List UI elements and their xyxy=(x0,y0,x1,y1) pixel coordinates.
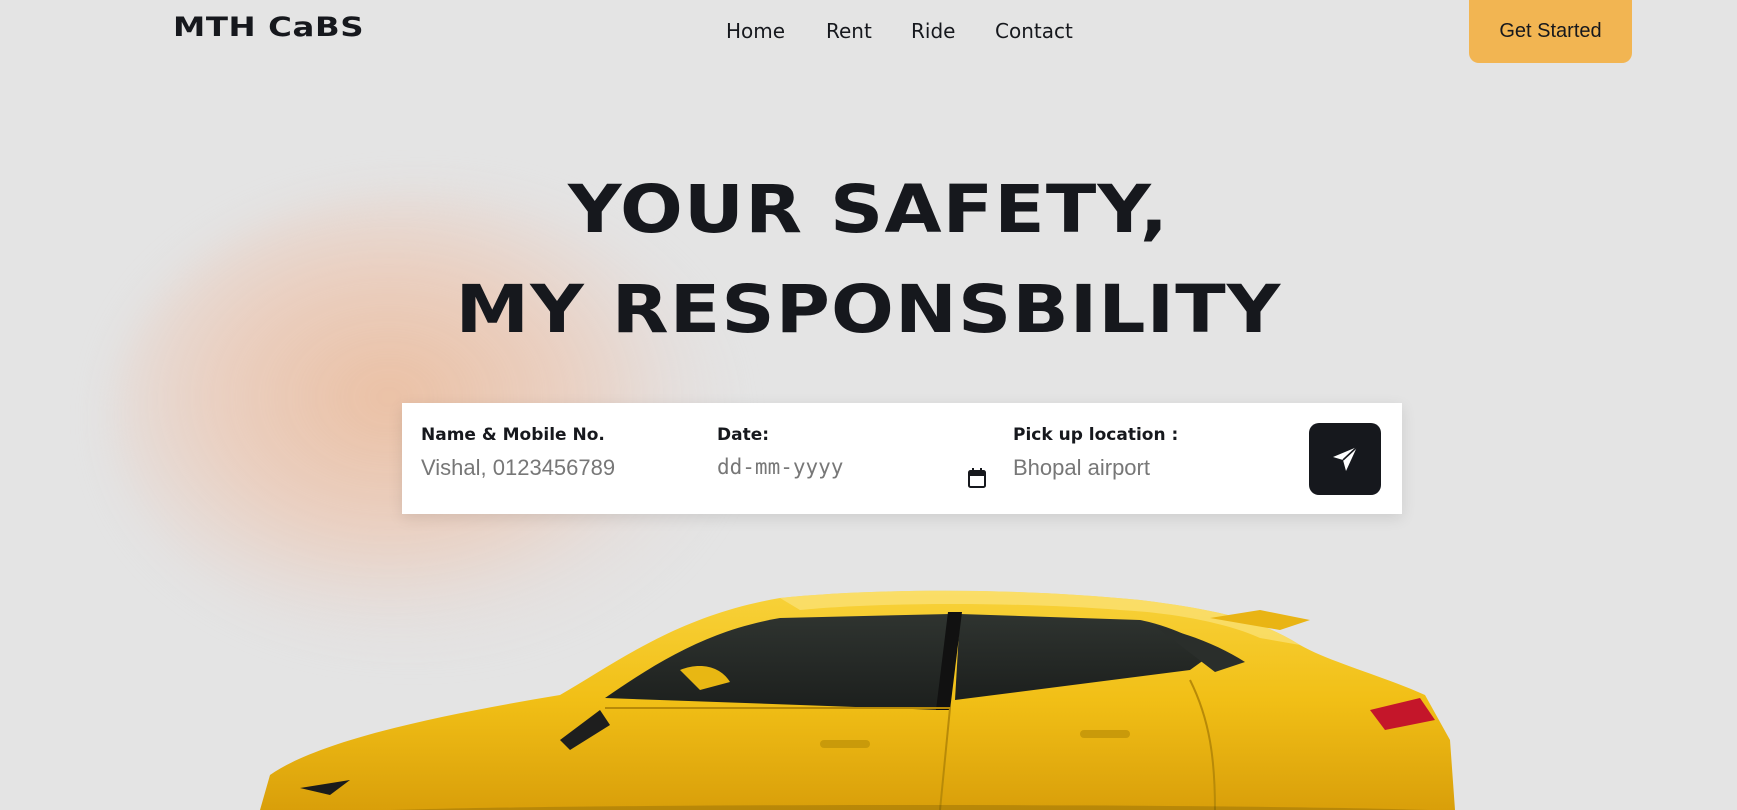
get-started-button[interactable]: Get Started xyxy=(1469,0,1632,63)
pickup-location-label: Pick up location : xyxy=(1013,425,1179,445)
name-field-group: Name & Mobile No. xyxy=(421,425,671,481)
submit-booking-button[interactable] xyxy=(1309,423,1381,495)
send-icon xyxy=(1333,446,1358,471)
booking-form: Name & Mobile No. Date: dd-mm-yyyy Pick … xyxy=(402,403,1402,514)
nav-item-home[interactable]: Home xyxy=(726,19,785,43)
hero-title-line-1: YOUR SAFETY, xyxy=(567,171,1170,248)
pickup-location-input[interactable] xyxy=(1013,455,1263,481)
nav-item-rent[interactable]: Rent xyxy=(826,19,872,43)
hero-title: YOUR SAFETY, MY RESPONSBILITY xyxy=(0,160,1737,360)
calendar-icon[interactable] xyxy=(967,467,987,489)
hero-title-line-2: MY RESPONSBILITY xyxy=(455,271,1282,348)
name-mobile-label: Name & Mobile No. xyxy=(421,425,605,445)
date-field-group: Date: dd-mm-yyyy xyxy=(717,425,967,479)
car-image xyxy=(260,590,1455,810)
nav-item-ride[interactable]: Ride xyxy=(911,19,955,43)
name-mobile-input[interactable] xyxy=(421,455,671,481)
date-input[interactable]: dd-mm-yyyy xyxy=(717,455,967,479)
nav-item-contact[interactable]: Contact xyxy=(995,19,1073,43)
date-label: Date: xyxy=(717,425,770,445)
brand-logo[interactable]: MTH CaBS xyxy=(173,12,364,43)
pickup-field-group: Pick up location : xyxy=(1013,425,1263,481)
